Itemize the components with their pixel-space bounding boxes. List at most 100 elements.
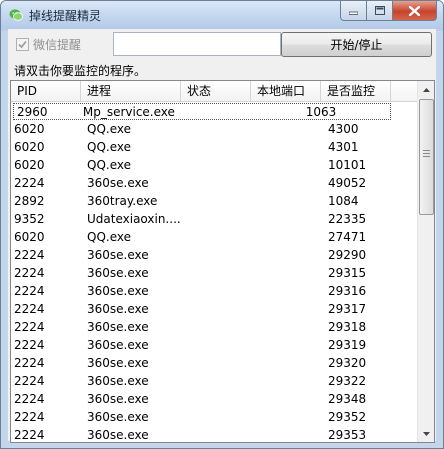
table-row[interactable]: 2224 360se.exe 29290 <box>11 246 419 264</box>
table-row[interactable]: 6020 QQ.exe 27471 <box>11 228 419 246</box>
table-row[interactable]: 2224 360se.exe 49052 <box>11 174 419 192</box>
column-header-process[interactable]: 进程 <box>81 81 181 101</box>
cell-monitored <box>397 210 419 228</box>
caption-buttons <box>340 1 437 21</box>
cell-local-port: 29348 <box>328 392 367 406</box>
cell-monitored <box>397 264 419 282</box>
close-button[interactable] <box>393 1 437 21</box>
cell-monitored <box>397 300 419 318</box>
wechat-reminder-label: 微信提醒 <box>33 37 82 52</box>
cell-process: QQ.exe <box>87 158 131 172</box>
cell-status <box>253 336 325 354</box>
cell-status <box>253 246 325 264</box>
cell-local-port: 29317 <box>328 302 367 316</box>
scroll-up-icon <box>422 87 430 92</box>
thumb-grip-line <box>423 150 430 151</box>
cell-status <box>253 300 325 318</box>
table-row[interactable]: 2892 360tray.exe 1084 <box>11 192 419 210</box>
cell-process: 360se.exe <box>87 410 149 424</box>
cell-process: 360se.exe <box>87 266 149 280</box>
cell-local-port: 49052 <box>328 176 367 190</box>
table-row[interactable]: 6020 QQ.exe 4300 <box>11 120 419 138</box>
cell-status <box>253 426 325 442</box>
cell-process: 360se.exe <box>87 428 149 442</box>
process-list[interactable]: PID 进程 状态 本地端口 是否监控 2960 Mp_service.exe 10… <box>10 80 435 443</box>
table-row[interactable]: 2224 360se.exe 29319 <box>11 336 419 354</box>
table-row[interactable]: 2224 360se.exe 29318 <box>11 318 419 336</box>
cell-pid: 2224 <box>14 338 45 352</box>
thumb-grip-line <box>423 156 430 157</box>
minimize-button[interactable] <box>340 1 367 21</box>
vertical-scrollbar[interactable] <box>417 81 434 442</box>
cell-process: 360se.exe <box>87 248 149 262</box>
cell-pid: 2224 <box>14 356 45 370</box>
table-row[interactable]: 2224 360se.exe 29352 <box>11 408 419 426</box>
cell-monitored <box>397 192 419 210</box>
cell-monitored <box>397 390 419 408</box>
cell-local-port: 1063 <box>305 105 337 119</box>
list-rows: 2960 Mp_service.exe 1063 6020 QQ.exe 4300 6020… <box>11 102 419 442</box>
cell-monitored <box>397 228 419 246</box>
title-bar[interactable]: 掉线提醒精灵 <box>1 1 443 29</box>
cell-local-port: 4300 <box>328 122 359 136</box>
minimize-icon <box>349 11 358 15</box>
cell-monitored <box>397 408 419 426</box>
column-header-status[interactable]: 状态 <box>181 81 251 101</box>
instruction-text: 请双击你要监控的程序。 <box>14 64 147 78</box>
cell-pid: 2224 <box>14 320 45 334</box>
cell-process: QQ.exe <box>87 140 131 154</box>
close-icon <box>409 5 420 16</box>
column-header-monitored[interactable]: 是否监控 <box>321 81 391 101</box>
scroll-up-button[interactable] <box>418 81 434 98</box>
cell-status <box>236 104 303 119</box>
table-row[interactable]: 2224 360se.exe 29353 <box>11 426 419 442</box>
table-row[interactable]: 2224 360se.exe 29315 <box>11 264 419 282</box>
scroll-thumb[interactable] <box>419 99 434 215</box>
text-input[interactable] <box>113 32 281 56</box>
app-icon <box>9 9 23 21</box>
column-header-pid[interactable]: PID <box>11 81 81 101</box>
table-row[interactable]: 2224 360se.exe 29320 <box>11 354 419 372</box>
cell-pid: 2224 <box>14 302 45 316</box>
cell-local-port: 29319 <box>328 338 367 352</box>
cell-pid: 6020 <box>14 158 45 172</box>
table-row[interactable]: 2224 360se.exe 29316 <box>11 282 419 300</box>
table-row[interactable]: 2224 360se.exe 29322 <box>11 372 419 390</box>
checkmark-icon <box>18 40 27 48</box>
cell-process: 360se.exe <box>87 374 149 388</box>
cell-status <box>253 282 325 300</box>
column-header-local-port[interactable]: 本地端口 <box>251 81 321 101</box>
table-row[interactable]: 2224 360se.exe 29348 <box>11 390 419 408</box>
cell-local-port: 22335 <box>328 212 367 226</box>
cell-local-port: 29316 <box>328 284 367 298</box>
scroll-down-button[interactable] <box>418 425 434 442</box>
cell-process: 360se.exe <box>87 302 149 316</box>
cell-status <box>253 210 325 228</box>
cell-local-port: 27471 <box>328 230 367 244</box>
checkbox-box[interactable] <box>16 37 29 51</box>
cell-local-port: 29352 <box>328 410 367 424</box>
table-row[interactable]: 6020 QQ.exe 10101 <box>11 156 419 174</box>
cell-process: 360se.exe <box>87 176 149 190</box>
cell-pid: 2224 <box>14 284 45 298</box>
table-row[interactable]: 2960 Mp_service.exe 1063 <box>13 103 391 120</box>
table-row[interactable]: 9352 Udatexiaoxin.... 22335 <box>11 210 419 228</box>
cell-pid: 9352 <box>14 212 45 226</box>
cell-local-port: 29353 <box>328 428 367 442</box>
maximize-button[interactable] <box>367 1 393 21</box>
wechat-reminder-checkbox[interactable]: 微信提醒 <box>16 35 81 53</box>
cell-pid: 2224 <box>14 374 45 388</box>
cell-local-port: 29315 <box>328 266 367 280</box>
app-window: 掉线提醒精灵 微信提醒 开始/停止 请双击你要监控的程序。 PID 进程 状态 … <box>0 0 444 449</box>
cell-process: QQ.exe <box>87 122 131 136</box>
cell-status <box>253 408 325 426</box>
cell-pid: 2960 <box>17 105 48 119</box>
start-stop-button[interactable]: 开始/停止 <box>281 32 432 57</box>
cell-process: Udatexiaoxin.... <box>87 212 181 226</box>
cell-status <box>253 192 325 210</box>
table-row[interactable]: 6020 QQ.exe 4301 <box>11 138 419 156</box>
cell-monitored <box>397 426 419 442</box>
cell-process: 360se.exe <box>87 356 149 370</box>
table-row[interactable]: 2224 360se.exe 29317 <box>11 300 419 318</box>
cell-process: QQ.exe <box>87 230 131 244</box>
